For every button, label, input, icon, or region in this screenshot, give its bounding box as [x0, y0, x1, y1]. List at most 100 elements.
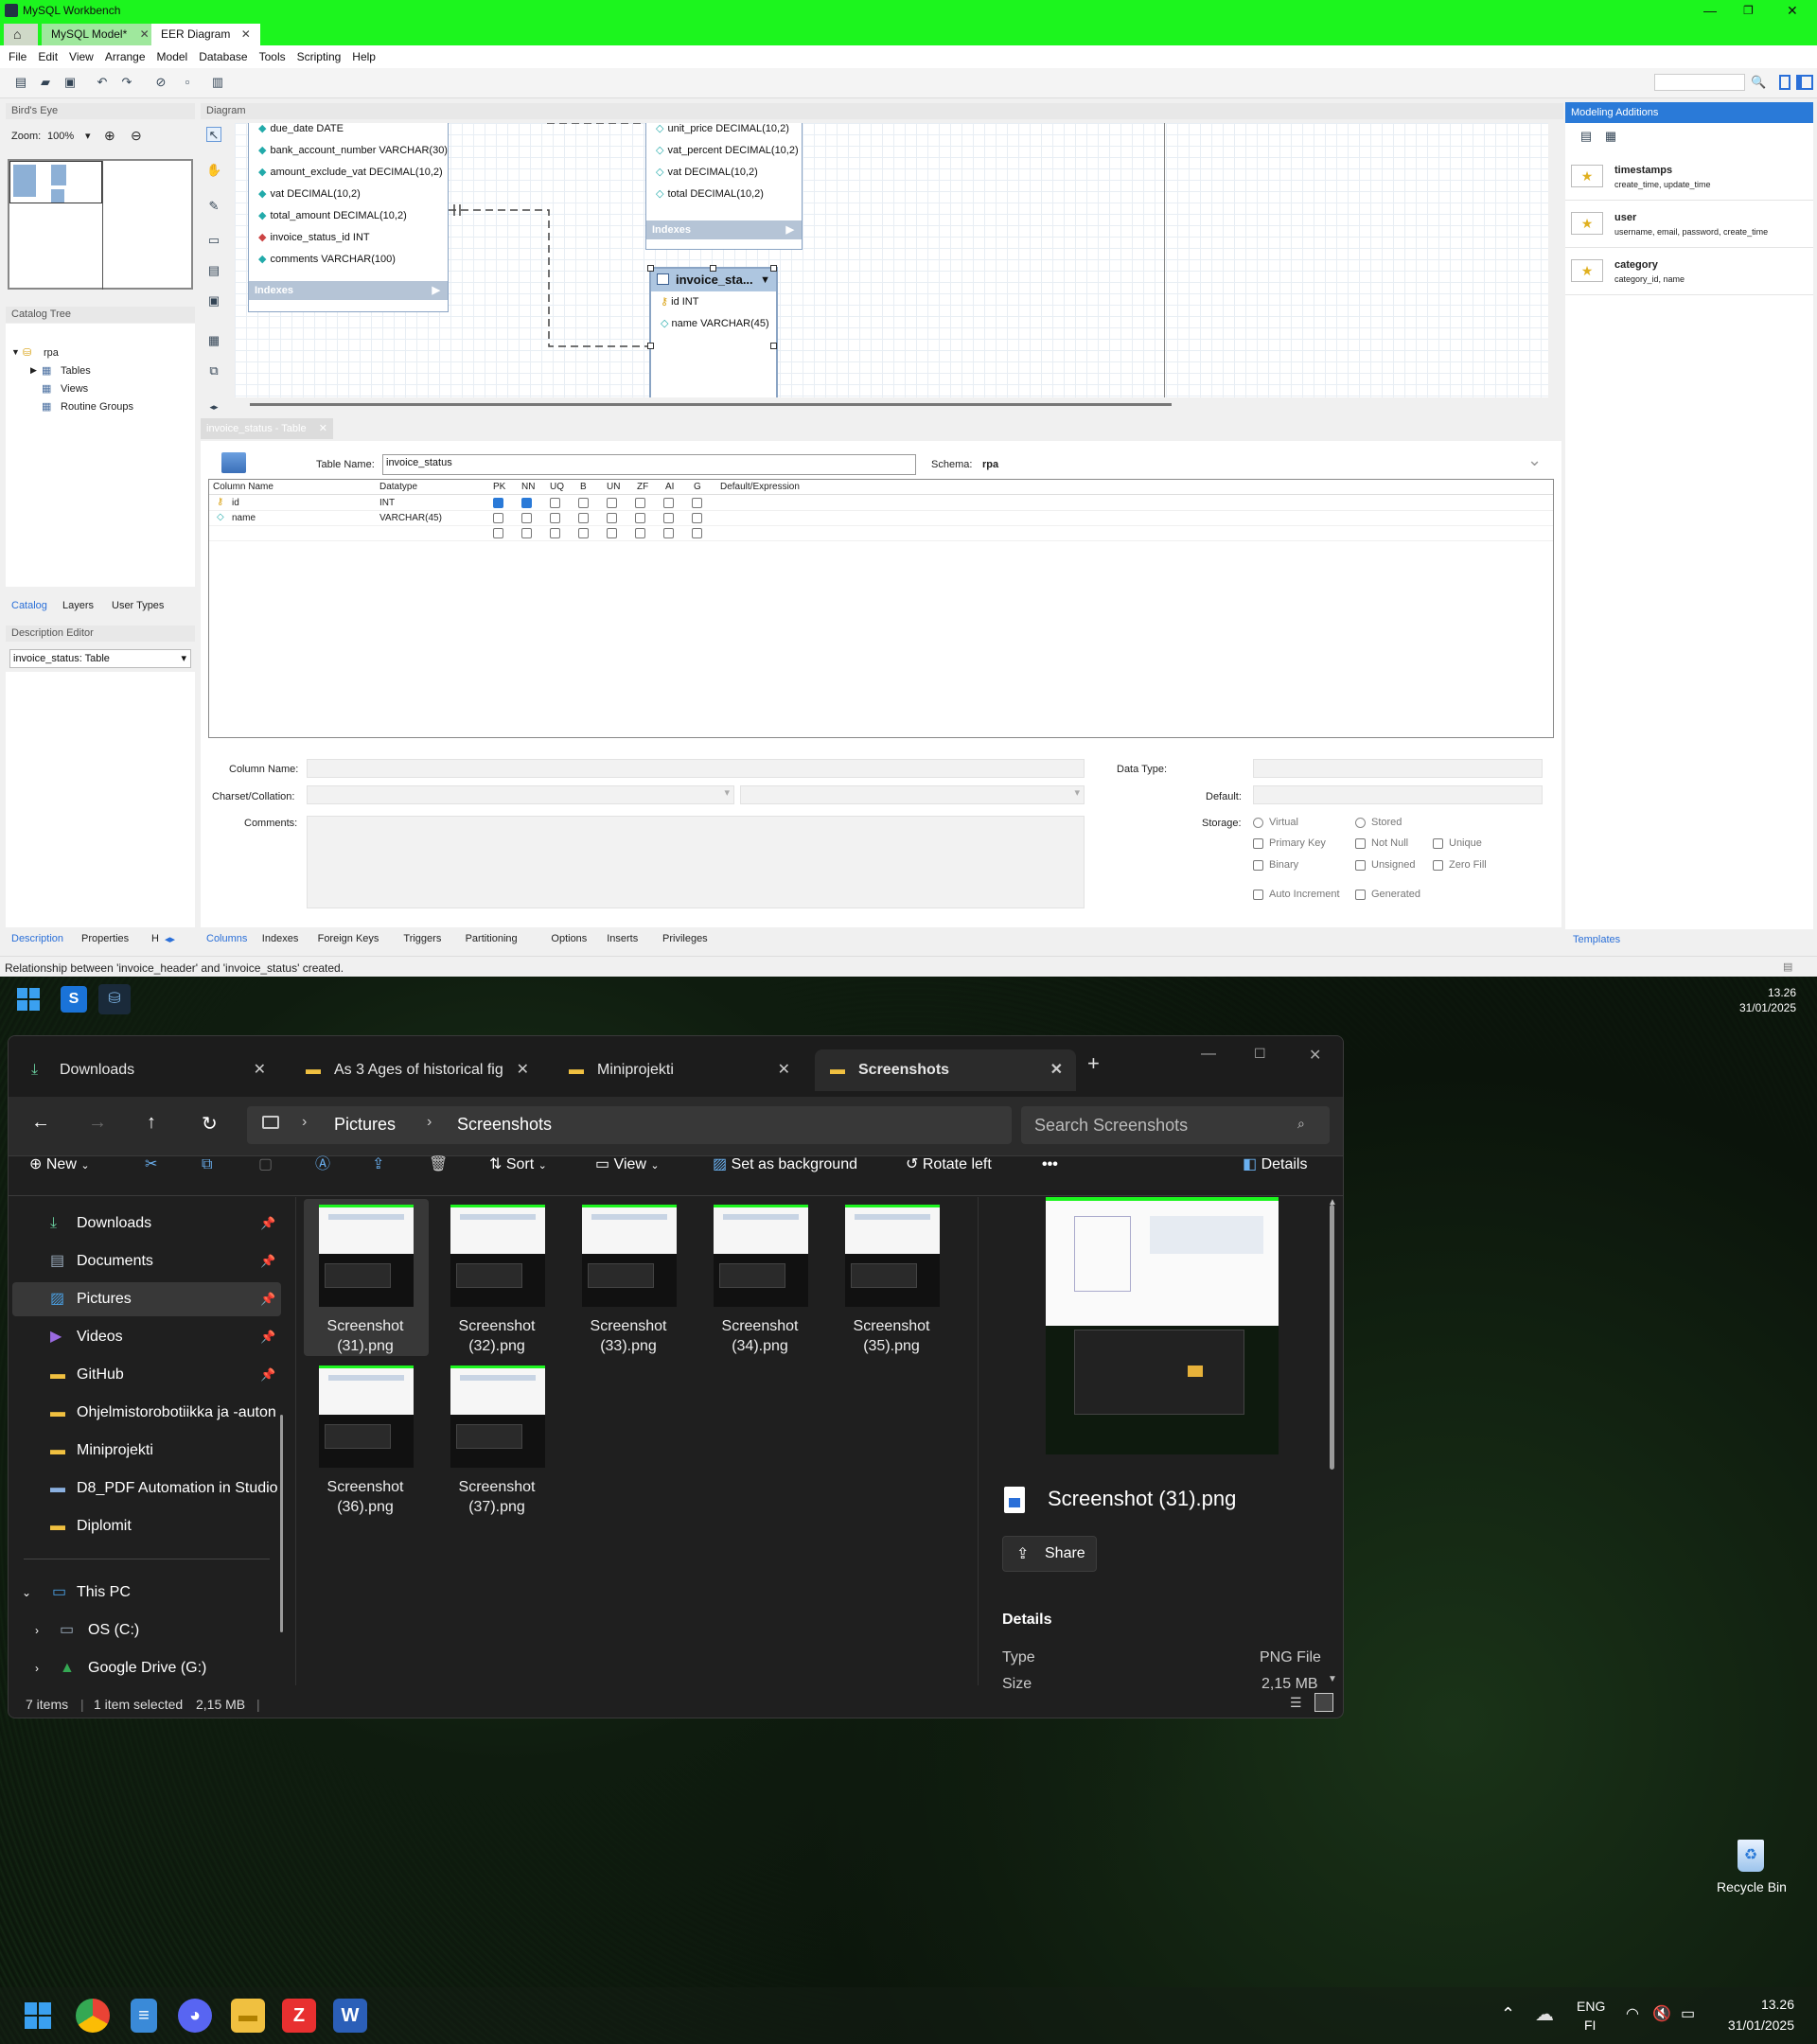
entity-column-row[interactable]: ◇ vat DECIMAL(10,2) [646, 162, 802, 184]
explorer-tab-1[interactable]: ▬ As 3 Ages of historical fig ✕ [291, 1049, 542, 1091]
share-icon[interactable]: ⇪ [372, 1154, 384, 1176]
primary-key-checkbox[interactable]: Primary Key [1253, 837, 1326, 849]
resize-handle[interactable] [770, 343, 777, 349]
forward-icon[interactable]: → [88, 1112, 107, 1134]
file-item[interactable]: Screenshot (31).png [304, 1199, 429, 1356]
word-icon[interactable]: W [333, 1999, 367, 2033]
routine-groups-node[interactable]: Routine Groups [61, 401, 133, 413]
language-indicator[interactable]: ENG [1577, 1999, 1605, 2014]
view-tool-icon[interactable]: ⧉ [206, 363, 221, 379]
status-panel-icon[interactable]: ▤ [1783, 960, 1792, 973]
table-row[interactable] [209, 526, 1553, 541]
pointer-tool-icon[interactable]: ↖ [206, 127, 221, 142]
entity-invoice-lines[interactable]: ◇ unit_price DECIMAL(10,2) ◇ vat_percent DE… [645, 123, 803, 250]
file-item[interactable]: Screenshot (37).png [435, 1360, 560, 1517]
more-tools-icon[interactable]: ◂▸ [206, 399, 221, 414]
minimize-icon[interactable]: — [1703, 0, 1717, 21]
editor-tab-privileges[interactable]: Privileges [662, 933, 708, 944]
generated-checkbox[interactable]: Generated [1355, 889, 1420, 900]
grid-header-1[interactable]: Datatype [379, 482, 417, 492]
flag-checkbox[interactable] [550, 513, 560, 523]
nav-item-3[interactable]: ▶ Videos 📌 [12, 1320, 281, 1354]
file-item[interactable]: Screenshot (35).png [830, 1199, 955, 1356]
flag-checkbox[interactable] [635, 528, 645, 538]
rename-icon[interactable]: Ⓐ [315, 1154, 330, 1176]
close-tab-icon[interactable]: ✕ [254, 1049, 266, 1091]
chevron-down-icon[interactable]: ⌄ [22, 1576, 31, 1610]
close-tab-icon[interactable]: ✕ [319, 418, 327, 439]
editor-tab[interactable]: invoice_status - Table ✕ [201, 418, 333, 439]
grid-header-2[interactable]: PK [493, 482, 505, 492]
onedrive-icon[interactable]: ☁ [1535, 2002, 1554, 2026]
flag-checkbox[interactable] [635, 513, 645, 523]
editor-tab-indexes[interactable]: Indexes [262, 933, 299, 944]
columns-grid[interactable]: Column Name Datatype PK NN UQ B UN ZF AI G Default… [208, 479, 1554, 738]
entity-column-row[interactable]: ◇ name VARCHAR(45) [651, 313, 776, 335]
panel-toggle-right-icon[interactable] [1796, 75, 1813, 90]
flag-checkbox[interactable] [493, 528, 503, 538]
layer-tool-icon[interactable]: ▭ [206, 233, 221, 248]
entity-column-row[interactable]: ◆ bank_account_number VARCHAR(30) [249, 140, 448, 162]
entity-column-row[interactable]: ◆ amount_exclude_vat DECIMAL(10,2) [249, 162, 448, 184]
minimize-icon[interactable]: — [1201, 1046, 1216, 1063]
open-icon[interactable]: ▰ [38, 75, 53, 90]
unsigned-checkbox[interactable]: Unsigned [1355, 859, 1415, 871]
tables-node[interactable]: Tables [61, 365, 91, 377]
pin-icon[interactable]: 📌 [260, 1207, 275, 1241]
address-bar[interactable]: › Pictures › Screenshots [247, 1106, 1012, 1144]
scroll-up-icon[interactable]: ▲ [1328, 1197, 1337, 1207]
sort-button[interactable]: ⇅ Sort ⌄ [489, 1154, 547, 1177]
undo-icon[interactable]: ↶ [95, 75, 110, 90]
entity-invoice-header[interactable]: ◆ due_date DATE ◆ bank_account_number VARCH… [248, 123, 449, 312]
rotate-left-button[interactable]: ↺ Rotate left [906, 1154, 992, 1176]
hand-tool-icon[interactable]: ✋ [206, 163, 221, 178]
pin-icon[interactable]: 📌 [260, 1358, 275, 1392]
set-as-background-button[interactable]: ▨ Set as background [713, 1154, 857, 1176]
discord-icon[interactable]: ◕ [178, 1999, 212, 2033]
menu-model[interactable]: Model [149, 45, 188, 63]
template-item[interactable]: ★ timestamps create_time, update_time [1565, 155, 1813, 201]
stored-radio[interactable]: Stored [1355, 817, 1402, 828]
pin-icon[interactable]: 📌 [260, 1244, 275, 1278]
search-icon[interactable]: 🔍 [1751, 75, 1766, 90]
note-icon[interactable]: ▥ [210, 75, 225, 90]
table-row[interactable]: ⚷ id INT [209, 496, 1553, 511]
menu-edit[interactable]: Edit [29, 45, 58, 63]
nav-item-1[interactable]: ▤ Documents 📌 [12, 1244, 281, 1278]
expand-icon[interactable]: ▶ [432, 281, 440, 300]
diagram-canvas[interactable]: ◆ due_date DATE ◆ bank_account_number VARCH… [235, 123, 1548, 397]
grid-header-9[interactable]: G [694, 482, 701, 492]
flag-checkbox[interactable] [607, 513, 617, 523]
wifi-icon[interactable]: ◠ [1626, 2004, 1639, 2023]
template-item[interactable]: ★ user username, email, password, create_t… [1565, 203, 1813, 248]
close-tab-icon[interactable]: ✕ [241, 27, 251, 41]
comments-input[interactable] [307, 816, 1085, 908]
zoom-dropdown-icon[interactable]: ▾ [85, 130, 91, 142]
data-type-input[interactable] [1253, 759, 1543, 778]
tab-properties[interactable]: Properties [81, 933, 129, 944]
studio-app-icon[interactable]: S [61, 986, 87, 1013]
flag-checkbox[interactable] [692, 513, 702, 523]
note-tool-icon[interactable]: ▤ [206, 263, 221, 278]
flag-checkbox[interactable] [521, 498, 532, 508]
editor-tab-foreign-keys[interactable]: Foreign Keys [318, 933, 379, 944]
nav-item-5[interactable]: ▬ Ohjelmistorobotiikka ja -auton [12, 1396, 281, 1430]
details-button[interactable]: ◧ Details [1243, 1154, 1307, 1176]
chevron-right-icon[interactable]: › [35, 1651, 39, 1685]
image-tool-icon[interactable]: ▣ [206, 293, 221, 308]
mysql-workbench-taskbar-icon[interactable]: ⛁ [98, 984, 131, 1014]
template-table-icon[interactable]: ▦ [1603, 129, 1618, 144]
show-hidden-icons-icon[interactable]: ⌃ [1501, 2004, 1515, 2024]
expand-icon[interactable]: ▶ [30, 365, 37, 376]
file-item[interactable]: Screenshot (34).png [698, 1199, 823, 1356]
nav-item-8[interactable]: ▬ Diplomit [12, 1509, 281, 1543]
windows-start-icon[interactable] [13, 984, 44, 1014]
menu-file[interactable]: File [0, 45, 26, 63]
flag-checkbox[interactable] [663, 513, 674, 523]
large-icons-view-icon[interactable] [1314, 1693, 1333, 1712]
entity-title[interactable]: invoice_sta... ▼ [651, 269, 776, 291]
flag-checkbox[interactable] [493, 498, 503, 508]
grid-header-5[interactable]: B [580, 482, 587, 492]
collapse-editor-icon[interactable]: ⌄ [1527, 450, 1542, 470]
datatype-cell[interactable]: VARCHAR(45) [379, 513, 442, 523]
